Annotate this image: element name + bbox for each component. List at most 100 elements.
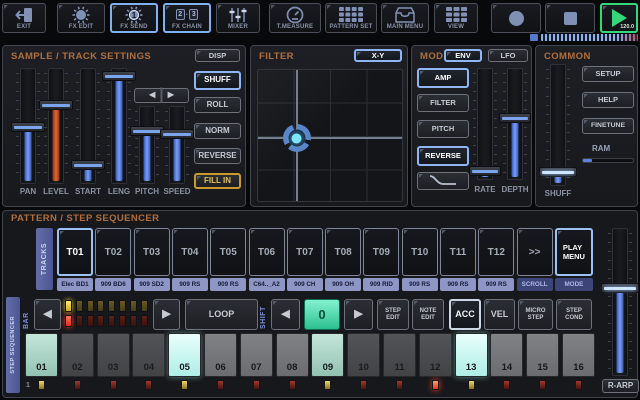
record-button[interactable]: [491, 3, 541, 33]
track-sample-chip[interactable]: 909 RS: [171, 278, 208, 291]
sample-nav-arrows[interactable]: ◀ | ▶: [134, 86, 189, 103]
start-slider-handle[interactable]: [71, 160, 105, 170]
track-button-t07[interactable]: T07: [286, 228, 323, 276]
mod-reverse-button[interactable]: REVERSE: [417, 146, 469, 166]
step-cond-button[interactable]: STEP COND: [556, 299, 592, 330]
xy-mode-button[interactable]: X-Y: [354, 49, 402, 62]
track-sample-chip[interactable]: 909 CH: [286, 278, 323, 291]
depth-slider-handle[interactable]: [499, 113, 531, 123]
shift-offset-display[interactable]: 0: [304, 299, 340, 330]
reverse-button[interactable]: REVERSE: [194, 148, 241, 164]
step-button-08[interactable]: 08: [275, 333, 309, 377]
pan-slider-handle[interactable]: [11, 122, 45, 132]
micro-step-button[interactable]: MICRO STEP: [518, 299, 553, 330]
fx-chain-button[interactable]: 2 · 3 FX CHAIN: [163, 3, 211, 33]
track-sample-chip[interactable]: 909 RID: [363, 278, 400, 291]
sequencer-level-slider[interactable]: [601, 228, 639, 376]
disp-button[interactable]: DISP: [195, 49, 240, 62]
shuffle-slider[interactable]: [539, 64, 577, 186]
track-button-t05[interactable]: T05: [210, 228, 247, 276]
next-sample-icon[interactable]: ▶: [168, 90, 174, 99]
track-sample-chip[interactable]: 909 RS: [440, 278, 476, 291]
note-edit-button[interactable]: NOTE EDIT: [412, 299, 444, 330]
track-button-t03[interactable]: T03: [133, 228, 170, 276]
step-button-15[interactable]: 15: [526, 333, 560, 377]
depth-slider[interactable]: [499, 68, 531, 180]
prev-sample-icon[interactable]: ◀: [149, 90, 155, 99]
step-button-13[interactable]: 13: [454, 333, 488, 377]
mixer-button[interactable]: MIXER: [216, 3, 260, 33]
filter-xy-pad[interactable]: [257, 69, 403, 202]
pan-slider[interactable]: [11, 68, 45, 184]
step-edit-button[interactable]: STEP EDIT: [377, 299, 409, 330]
track-sample-chip[interactable]: SCROLL: [516, 278, 553, 291]
pitch-slider[interactable]: [130, 106, 164, 184]
track-sample-chip[interactable]: C64.._A2: [248, 278, 285, 291]
level-slider[interactable]: [39, 68, 73, 184]
shuff-button[interactable]: SHUFF: [194, 71, 241, 90]
help-button[interactable]: HELP: [582, 92, 634, 108]
setup-button[interactable]: SETUP: [582, 66, 634, 82]
env-tab[interactable]: ENV: [444, 49, 482, 62]
step-button-06[interactable]: 06: [204, 333, 237, 377]
speed-slider[interactable]: [160, 106, 194, 184]
track-button-t12[interactable]: T12: [478, 228, 515, 276]
track-sample-chip[interactable]: 909 OH: [325, 278, 362, 291]
leng-slider-handle[interactable]: [102, 71, 136, 81]
rate-slider[interactable]: [469, 68, 501, 180]
track-sample-chip[interactable]: 909 RS: [401, 278, 438, 291]
step-button-03[interactable]: 03: [96, 333, 130, 377]
roll-button[interactable]: ROLL: [194, 97, 241, 113]
mod-pitch-button[interactable]: PITCH: [417, 120, 469, 138]
track-button-t08[interactable]: T08: [325, 228, 362, 276]
view-button[interactable]: VIEW: [434, 3, 478, 33]
step-button-14[interactable]: 14: [490, 333, 524, 377]
main-menu-button[interactable]: MAIN MENU: [381, 3, 429, 33]
r-arp-button[interactable]: R-ARP: [602, 379, 639, 393]
track-button-t10[interactable]: T10: [401, 228, 438, 276]
fx-edit-button[interactable]: FX EDIT: [57, 3, 105, 33]
track-button-t04[interactable]: T04: [171, 228, 208, 276]
decay-curve-button[interactable]: [417, 172, 469, 190]
exit-button[interactable]: EXIT: [2, 3, 46, 33]
norm-button[interactable]: NORM: [194, 123, 241, 139]
leng-slider[interactable]: [102, 68, 136, 184]
start-slider[interactable]: [71, 68, 105, 184]
track-button-t06[interactable]: T06: [248, 228, 285, 276]
step-button-07[interactable]: 07: [239, 333, 273, 377]
bar-next-button[interactable]: ▶: [153, 299, 180, 330]
stop-button[interactable]: [545, 3, 595, 33]
speed-slider-handle[interactable]: [160, 129, 194, 139]
tracks-tab[interactable]: TRACKS: [36, 228, 53, 290]
track-button-t01[interactable]: T01: [57, 228, 93, 276]
mod-filter-button[interactable]: FILTER: [417, 94, 469, 112]
pitch-slider-handle[interactable]: [130, 126, 164, 136]
track-sample-chip[interactable]: Elec BD1: [57, 278, 93, 291]
step-button-09[interactable]: 09: [311, 333, 345, 377]
level-slider-handle[interactable]: [39, 100, 73, 110]
pattern-set-button[interactable]: PATTERN SET: [325, 3, 377, 33]
fx-send-button[interactable]: 1 FX SEND: [110, 3, 158, 33]
t-measure-button[interactable]: T.MEASURE: [269, 3, 321, 33]
shuffle-slider-handle[interactable]: [539, 167, 577, 177]
track-sample-chip[interactable]: 909 RS: [210, 278, 247, 291]
track-sample-chip[interactable]: MODE: [554, 278, 593, 291]
track-button-t02[interactable]: T02: [95, 228, 132, 276]
track-button-t11[interactable]: T11: [440, 228, 476, 276]
track-sample-chip[interactable]: 909 RS: [478, 278, 515, 291]
step-button-05[interactable]: 05: [168, 333, 202, 377]
step-button-10[interactable]: 10: [347, 333, 381, 377]
step-sequencer-tab[interactable]: STEP SEQUENCER: [6, 297, 20, 393]
track-sample-chip[interactable]: 909 BD6: [95, 278, 132, 291]
shift-right-button[interactable]: ▶: [344, 299, 373, 330]
step-button-02[interactable]: 02: [60, 333, 94, 377]
step-button-01[interactable]: 01: [25, 333, 58, 377]
sequencer-level-slider-handle[interactable]: [601, 283, 639, 293]
track-button-playmenu[interactable]: PLAY MENU: [554, 228, 593, 276]
bar-prev-button[interactable]: ◀: [34, 299, 61, 330]
lfo-tab[interactable]: LFO: [488, 49, 528, 62]
acc-button[interactable]: ACC: [449, 299, 481, 330]
play-button[interactable]: 120.0: [600, 3, 638, 33]
step-button-04[interactable]: 04: [132, 333, 166, 377]
track-sample-chip[interactable]: 909 SD2: [133, 278, 170, 291]
